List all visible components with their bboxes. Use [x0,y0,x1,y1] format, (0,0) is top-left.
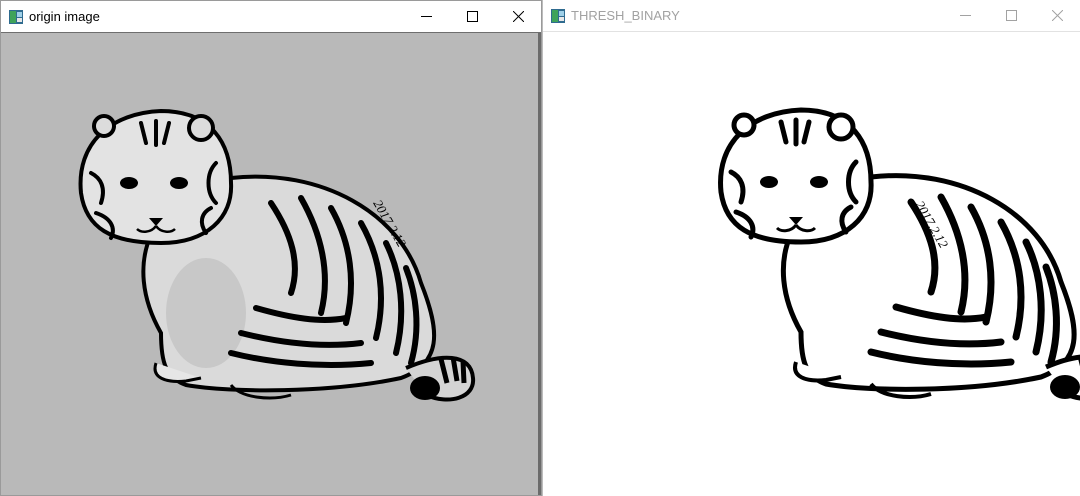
app-icon [9,9,23,24]
minimize-icon [420,16,432,17]
image-canvas: 2017.2.12 [1,33,541,495]
maximize-button[interactable] [449,1,495,32]
tiger-drawing [78,108,476,402]
title-bar[interactable]: origin image [1,1,541,33]
origin-image-window[interactable]: origin image 2017.2.12 [0,0,542,496]
title-bar[interactable]: THRESH_BINARY [543,0,1080,32]
window-title: THRESH_BINARY [571,8,680,23]
maximize-icon [466,11,478,22]
window-title: origin image [29,9,100,24]
tiger-drawing-binary [718,107,1080,401]
close-button[interactable] [495,1,541,32]
close-icon [512,11,524,22]
maximize-button[interactable] [988,0,1034,31]
image-canvas: 2017.2.12 [543,32,1080,496]
close-icon [1051,10,1063,21]
minimize-button[interactable] [942,0,988,31]
tiger-image: 2017.2.12 [718,107,1080,401]
window-controls [403,1,541,32]
minimize-icon [959,15,971,16]
tiger-image: 2017.2.12 [78,108,476,402]
window-controls [942,0,1080,31]
app-icon [551,8,565,23]
close-button[interactable] [1034,0,1080,31]
thresh-binary-window[interactable]: THRESH_BINARY 2017.2.12 [542,0,1080,496]
minimize-button[interactable] [403,1,449,32]
maximize-icon [1005,10,1017,21]
